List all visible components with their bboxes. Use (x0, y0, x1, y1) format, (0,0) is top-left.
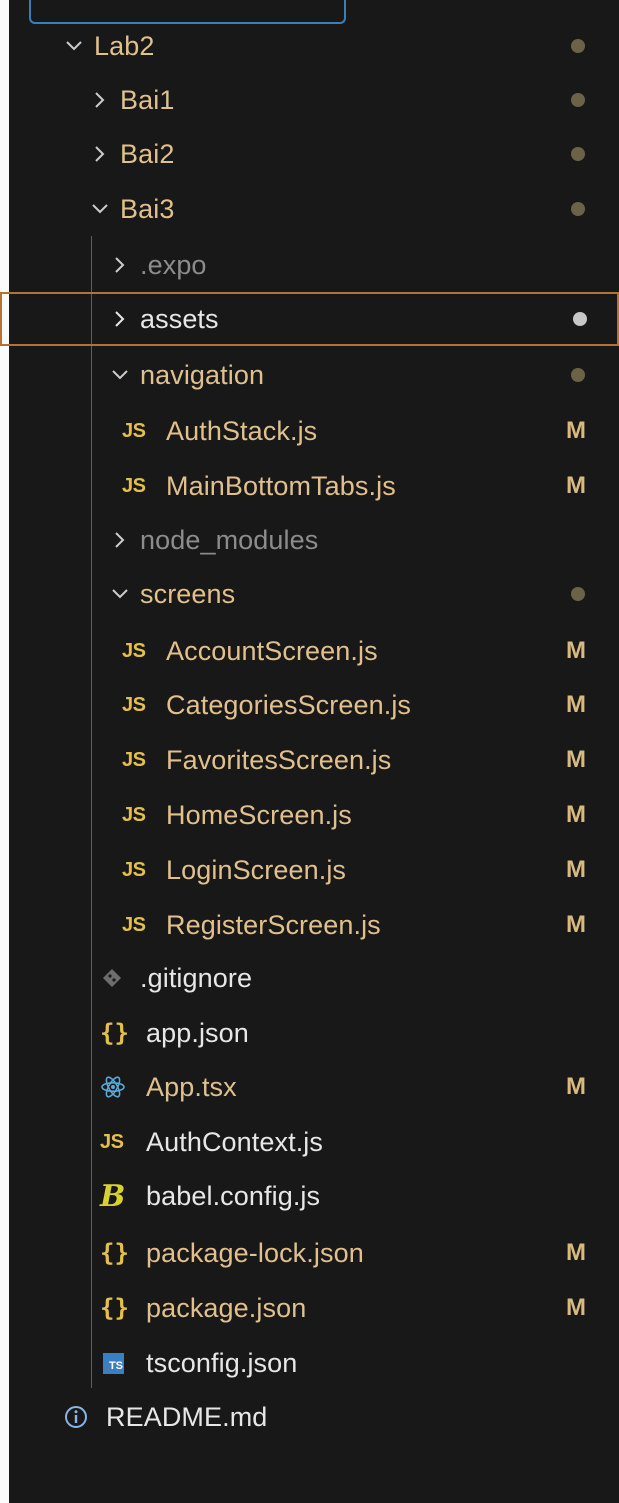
tree-item-favoritesscreen[interactable]: JS FavoritesScreen.js M (0, 733, 619, 787)
json-file-icon: {} (100, 1239, 129, 1267)
tree-item-label: README.md (106, 1402, 268, 1432)
tree-item-label: Bai1 (120, 85, 175, 115)
tree-item-authstack[interactable]: JS AuthStack.js M (0, 404, 619, 458)
tree-item-label: Bai2 (120, 139, 175, 169)
tree-item-bai1[interactable]: Bai1 (0, 73, 619, 127)
tree-item-mainbottomtabs[interactable]: JS MainBottomTabs.js M (0, 459, 619, 513)
modified-badge: M (566, 1239, 586, 1266)
chevron-right-icon (110, 309, 130, 329)
tree-item-label: RegisterScreen.js (166, 910, 381, 940)
tree-item-node-modules[interactable]: node_modules (0, 513, 619, 567)
tree-item-label: package-lock.json (146, 1238, 364, 1268)
tree-item-homescreen[interactable]: JS HomeScreen.js M (0, 788, 619, 842)
javascript-file-icon: JS (122, 419, 146, 442)
tree-item-app-tsx[interactable]: App.tsx M (0, 1060, 619, 1114)
tree-item-label: CategoriesScreen.js (166, 690, 412, 720)
javascript-file-icon: JS (122, 639, 146, 662)
modified-badge: M (566, 691, 586, 718)
tree-item-app-json[interactable]: {} app.json (0, 1006, 619, 1060)
json-file-icon: {} (100, 1019, 129, 1047)
tree-item-label: Lab2 (94, 31, 155, 61)
javascript-file-icon: JS (122, 474, 146, 497)
tree-item-package-json[interactable]: {} package.json M (0, 1281, 619, 1335)
javascript-file-icon: JS (122, 693, 146, 716)
chevron-down-icon (90, 199, 110, 219)
modified-badge: M (566, 911, 586, 938)
tree-item-gitignore[interactable]: .gitignore (0, 951, 619, 1005)
tree-item-tsconfig[interactable]: TS tsconfig.json (0, 1336, 619, 1390)
tree-item-label: navigation (140, 360, 265, 390)
tree-item-label: LoginScreen.js (166, 855, 347, 885)
modified-badge: M (566, 637, 586, 664)
javascript-file-icon: JS (122, 748, 146, 771)
tree-item-label: .expo (140, 250, 207, 280)
tree-item-bai3[interactable]: Bai3 (0, 182, 619, 236)
json-file-icon: {} (100, 1294, 129, 1322)
git-icon (102, 968, 140, 988)
modified-dot (571, 368, 585, 382)
tree-item-label: assets (140, 304, 219, 334)
modified-badge: M (566, 417, 586, 444)
chevron-down-icon (110, 365, 130, 385)
modified-dot (571, 147, 585, 161)
react-icon (100, 1074, 146, 1100)
info-icon (64, 1405, 106, 1429)
tree-item-bai2[interactable]: Bai2 (0, 127, 619, 181)
chevron-right-icon (110, 530, 130, 550)
javascript-file-icon: JS (122, 803, 146, 826)
tree-item-label: node_modules (140, 525, 319, 555)
tree-item-label: FavoritesScreen.js (166, 745, 392, 775)
tree-item-label: MainBottomTabs.js (166, 471, 396, 501)
chevron-right-icon (110, 255, 130, 275)
tree-item-label: screens (140, 579, 236, 609)
modified-badge: M (566, 856, 586, 883)
tree-item-label: package.json (146, 1293, 307, 1323)
modified-dot (571, 93, 585, 107)
tree-item-navigation[interactable]: navigation (0, 348, 619, 402)
tree-item-label: .gitignore (140, 963, 253, 993)
javascript-file-icon: JS (100, 1130, 124, 1153)
typescript-file-icon: TS (103, 1352, 146, 1374)
tree-item-authcontext[interactable]: JS AuthContext.js (0, 1115, 619, 1169)
file-explorer: Lab2 Bai1 Bai2 Bai3 .expo assets navigat… (0, 0, 619, 1503)
tree-item-label: app.json (146, 1018, 249, 1048)
modified-badge: M (566, 1073, 586, 1100)
tree-item-label: babel.config.js (146, 1181, 321, 1211)
tree-item-loginscreen[interactable]: JS LoginScreen.js M (0, 843, 619, 897)
tree-item-screens[interactable]: screens (0, 567, 619, 621)
tree-item-registerscreen[interactable]: JS RegisterScreen.js M (0, 898, 619, 952)
modified-dot (571, 202, 585, 216)
chevron-right-icon (90, 144, 110, 164)
tree-item-accountscreen[interactable]: JS AccountScreen.js M (0, 624, 619, 678)
javascript-file-icon: JS (122, 858, 146, 881)
tree-item-package-lock[interactable]: {} package-lock.json M (0, 1226, 619, 1280)
tree-item-readme[interactable]: README.md (0, 1390, 619, 1444)
modified-dot (571, 587, 585, 601)
tree-item-label: HomeScreen.js (166, 800, 352, 830)
tree-item-babel-config[interactable]: B babel.config.js (0, 1169, 619, 1223)
chevron-right-icon (90, 90, 110, 110)
modified-dot (573, 312, 587, 326)
modified-badge: M (566, 746, 586, 773)
tree-item-label: AuthContext.js (146, 1127, 323, 1157)
tree-item-label: AuthStack.js (166, 416, 318, 446)
tree-item-label: Bai3 (120, 194, 175, 224)
tree-item-lab2[interactable]: Lab2 (0, 19, 619, 73)
modified-dot (571, 39, 585, 53)
tree-item-label: AccountScreen.js (166, 636, 378, 666)
tree-item-label: App.tsx (146, 1072, 237, 1102)
javascript-file-icon: JS (122, 913, 146, 936)
babel-icon: B (100, 1178, 126, 1214)
chevron-down-icon (110, 584, 130, 604)
modified-badge: M (566, 1294, 586, 1321)
tree-item-assets[interactable]: assets (0, 292, 619, 346)
tree-item-label: tsconfig.json (146, 1348, 298, 1378)
modified-badge: M (566, 801, 586, 828)
tree-item-categoriesscreen[interactable]: JS CategoriesScreen.js M (0, 678, 619, 732)
tree-item-expo[interactable]: .expo (0, 238, 619, 292)
modified-badge: M (566, 472, 586, 499)
chevron-down-icon (64, 36, 84, 56)
